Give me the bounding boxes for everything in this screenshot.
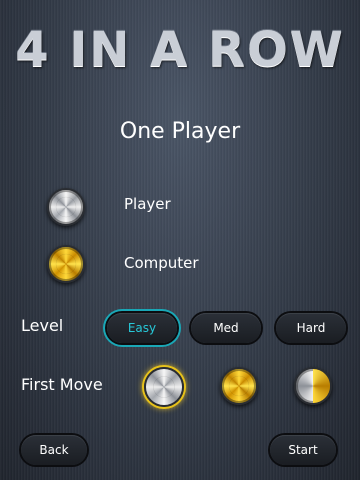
computer-gold-disc-icon xyxy=(47,245,85,283)
back-button-label: Back xyxy=(39,443,69,457)
first-move-computer-button[interactable] xyxy=(220,367,258,405)
level-easy-label: Easy xyxy=(127,321,157,335)
start-button[interactable]: Start xyxy=(270,435,336,465)
first-move-random-button[interactable] xyxy=(294,367,332,405)
level-hard-label: Hard xyxy=(296,321,326,335)
level-med-button[interactable]: Med xyxy=(191,313,261,343)
first-move-player-button[interactable] xyxy=(144,367,184,407)
level-med-label: Med xyxy=(213,321,239,335)
computer-label: Computer xyxy=(124,254,199,272)
player-label: Player xyxy=(124,195,171,213)
player-silver-disc-icon xyxy=(47,188,85,226)
mode-title: One Player xyxy=(119,119,241,144)
first-move-label: First Move xyxy=(21,375,103,394)
level-hard-button[interactable]: Hard xyxy=(276,313,346,343)
start-button-label: Start xyxy=(288,443,318,457)
app-title: 4 IN A ROW xyxy=(15,22,345,78)
back-button[interactable]: Back xyxy=(21,435,87,465)
level-label: Level xyxy=(21,316,64,335)
level-easy-button[interactable]: Easy xyxy=(107,313,177,343)
